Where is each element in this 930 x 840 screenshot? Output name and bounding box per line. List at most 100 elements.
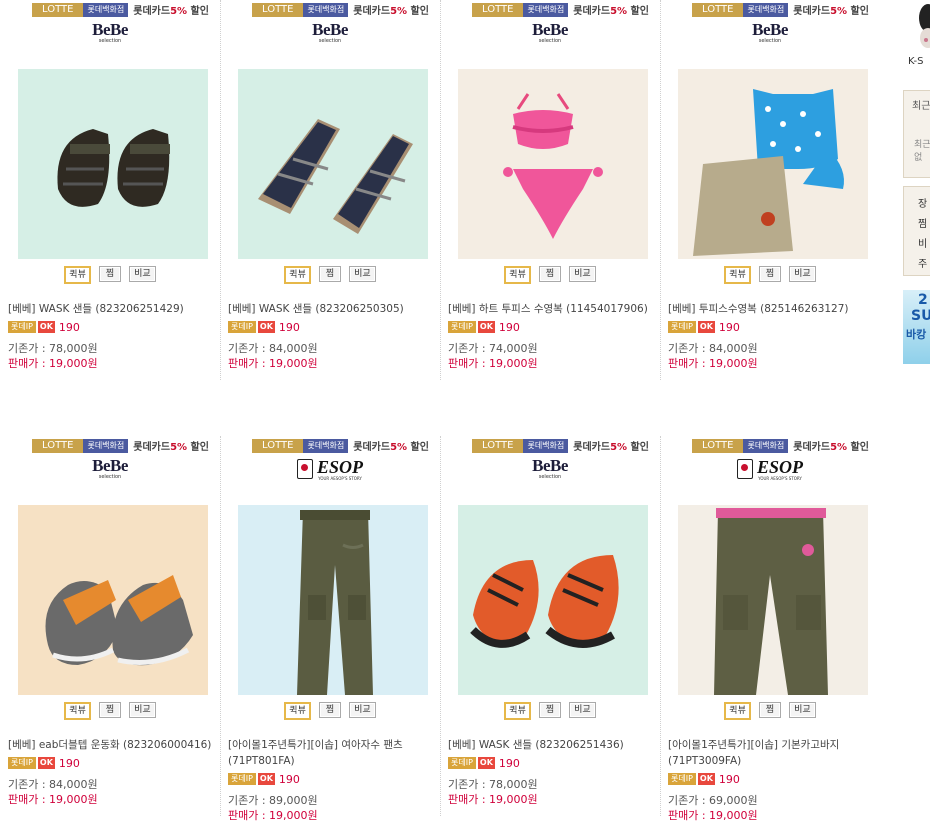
point-info: 롯데IP OK 190	[448, 320, 658, 334]
lotte-ip-badge: 롯데IP	[668, 321, 696, 333]
black-sandal-icon[interactable]	[18, 69, 208, 259]
product-action-buttons: 퀵뷰 찜 비교	[660, 266, 880, 284]
wishlist-button[interactable]: 찜	[98, 702, 122, 718]
summer-banner[interactable]: 2 SU 바캉	[903, 290, 930, 364]
card-discount-card: 롯데카드	[133, 442, 171, 453]
brand-logo-bebe[interactable]: BeBe selection	[0, 457, 220, 484]
card-discount-suffix: 할인	[630, 6, 649, 17]
quick-view-button[interactable]: 퀵뷰	[724, 266, 751, 284]
product-name-link[interactable]: [베베] WASK 샌들 (823206250305)	[228, 301, 438, 317]
brand-logo-bebe[interactable]: BeBe selection	[0, 20, 220, 48]
point-info: 롯데IP OK 190	[228, 320, 438, 334]
lotte-logo: LOTTE	[32, 2, 84, 17]
khaki-pants-icon[interactable]	[238, 505, 428, 695]
compare-button[interactable]: 비교	[129, 266, 156, 282]
product-price-block: 롯데IP OK 190 기존가 : 89,000원 판매가 : 19,000원	[228, 772, 438, 824]
brand-logo-bebe[interactable]: BeBe selection	[220, 21, 440, 48]
compare-button[interactable]: 비교	[349, 266, 376, 282]
brand-sub: selection	[318, 38, 342, 44]
lotte-ip-badge: 롯데IP	[228, 773, 256, 785]
product-name-link[interactable]: [베베] 하트 투피스 수영복 (11454017906)	[448, 301, 658, 317]
blue-swimsuit-skirt-icon[interactable]	[678, 69, 868, 259]
original-price: 기존가 : 84,000원	[228, 342, 318, 355]
brand-logo-esop[interactable]: ESOP YOUR AESOP'S STORY	[660, 456, 880, 482]
wishlist-button[interactable]: 찜	[758, 266, 782, 282]
wishlist-button[interactable]: 찜	[98, 266, 122, 282]
quick-menu-wishlist[interactable]: 찜	[918, 215, 927, 230]
cargo-pants-icon[interactable]	[678, 505, 868, 695]
point-value: 190	[278, 320, 300, 334]
quick-view-button[interactable]: 퀵뷰	[504, 266, 531, 284]
card-discount-text: 롯데카드5% 할인	[353, 438, 429, 453]
compare-button[interactable]: 비교	[789, 266, 816, 282]
compare-button[interactable]: 비교	[349, 702, 376, 718]
quick-menu-order[interactable]: 주	[918, 255, 927, 270]
wishlist-button[interactable]: 찜	[538, 702, 562, 718]
card-discount-pct: 5%	[830, 442, 848, 453]
brand-name: BeBe	[92, 20, 128, 39]
navy-sandal-icon[interactable]	[238, 69, 428, 259]
quick-view-button[interactable]: 퀵뷰	[284, 702, 311, 720]
product-name-link[interactable]: [베베] eab더블텝 운동화 (823206000416)	[8, 737, 218, 753]
lotte-logo: LOTTE	[472, 2, 524, 17]
wishlist-button[interactable]: 찜	[758, 702, 782, 718]
product-price-block: 롯데IP OK 190 기존가 : 74,000원 판매가 : 19,000원	[448, 320, 658, 372]
point-value: 190	[58, 756, 80, 770]
brand-logo-esop[interactable]: ESOP YOUR AESOP'S STORY	[220, 456, 440, 482]
ok-cashbag-badge: OK	[257, 773, 275, 785]
product-action-buttons: 퀵뷰 찜 비교	[0, 266, 220, 284]
lotte-logo: LOTTE	[692, 438, 744, 453]
product-card: LOTTE 롯데백화점 롯데카드5% 할인 BeBe selection 퀵뷰 찜 비교 [베…	[220, 0, 441, 380]
product-name-link[interactable]: [베베] WASK 샌들 (823206251429)	[8, 301, 218, 317]
point-info: 롯데IP OK 190	[8, 756, 218, 770]
ok-cashbag-badge: OK	[257, 321, 275, 333]
product-name-link[interactable]: [베베] WASK 샌들 (823206251436)	[448, 737, 658, 753]
quick-view-button[interactable]: 퀵뷰	[64, 702, 91, 720]
sale-price: 판매가 : 19,000원	[668, 809, 758, 822]
point-info: 롯데IP OK 190	[668, 320, 878, 334]
quick-menu-compare[interactable]: 비	[918, 235, 927, 250]
quick-view-button[interactable]: 퀵뷰	[504, 702, 531, 720]
compare-button[interactable]: 비교	[569, 266, 596, 282]
brand-logo-bebe[interactable]: BeBe selection	[440, 457, 660, 484]
product-row: LOTTE 롯데백화점 롯데카드5% 할인 BeBe selection 퀵뷰 찜 비교 [베…	[0, 436, 890, 822]
brand-sub: YOUR AESOP'S STORY	[758, 475, 802, 481]
card-discount-card: 롯데카드	[793, 6, 831, 17]
lotte-ip-badge: 롯데IP	[228, 321, 256, 333]
product-name-link[interactable]: [아이몰1주년특가][이솝] 기본카고바지 (71PT3009FA)	[668, 737, 878, 769]
card-discount-text: 롯데카드5% 할인	[133, 2, 209, 17]
brand-logo-bebe[interactable]: BeBe selection	[660, 21, 880, 48]
card-discount-text: 롯데카드5% 할인	[573, 438, 649, 453]
product-price-block: 롯데IP OK 190 기존가 : 69,000원 판매가 : 19,000원	[668, 772, 878, 824]
product-name-link[interactable]: [베베] 투피스수영복 (825146263127)	[668, 301, 878, 317]
pink-swimsuit-icon[interactable]	[458, 69, 648, 259]
orange-sneaker-icon[interactable]	[18, 505, 208, 695]
lotte-ip-badge: 롯데IP	[8, 757, 36, 769]
card-discount-text: 롯데카드5% 할인	[793, 2, 869, 17]
quick-view-button[interactable]: 퀵뷰	[64, 266, 91, 284]
brand-logo-bebe[interactable]: BeBe selection	[440, 21, 660, 48]
card-discount-text: 롯데카드5% 할인	[793, 438, 869, 453]
orange-sandal-icon[interactable]	[458, 505, 648, 695]
sale-price: 판매가 : 19,000원	[448, 793, 538, 806]
promo-thumbnail[interactable]	[912, 0, 930, 52]
summer-banner-line2: SU	[911, 308, 930, 324]
product-row: LOTTE 롯데백화점 롯데카드5% 할인 BeBe selection 퀵뷰 찜 비교 [베…	[0, 0, 890, 380]
wishlist-button[interactable]: 찜	[538, 266, 562, 282]
product-name-link[interactable]: [아이몰1주년특가][이솝] 여아자수 팬츠 (71PT801FA)	[228, 737, 438, 769]
wishlist-button[interactable]: 찜	[318, 702, 342, 718]
wishlist-button[interactable]: 찜	[318, 266, 342, 282]
point-info: 롯데IP OK 190	[668, 772, 878, 786]
product-action-buttons: 퀵뷰 찜 비교	[0, 702, 220, 720]
sidebar-ks-label[interactable]: K-S	[908, 56, 923, 67]
esop-emblem-icon	[736, 459, 753, 479]
compare-button[interactable]: 비교	[129, 702, 156, 718]
compare-button[interactable]: 비교	[569, 702, 596, 718]
sale-price: 판매가 : 19,000원	[228, 357, 318, 370]
quick-view-button[interactable]: 퀵뷰	[724, 702, 751, 720]
compare-button[interactable]: 비교	[789, 702, 816, 718]
quick-view-button[interactable]: 퀵뷰	[284, 266, 311, 284]
original-price: 기존가 : 78,000원	[8, 342, 98, 355]
card-discount-suffix: 할인	[410, 6, 429, 17]
quick-menu-cart[interactable]: 장	[918, 195, 927, 210]
